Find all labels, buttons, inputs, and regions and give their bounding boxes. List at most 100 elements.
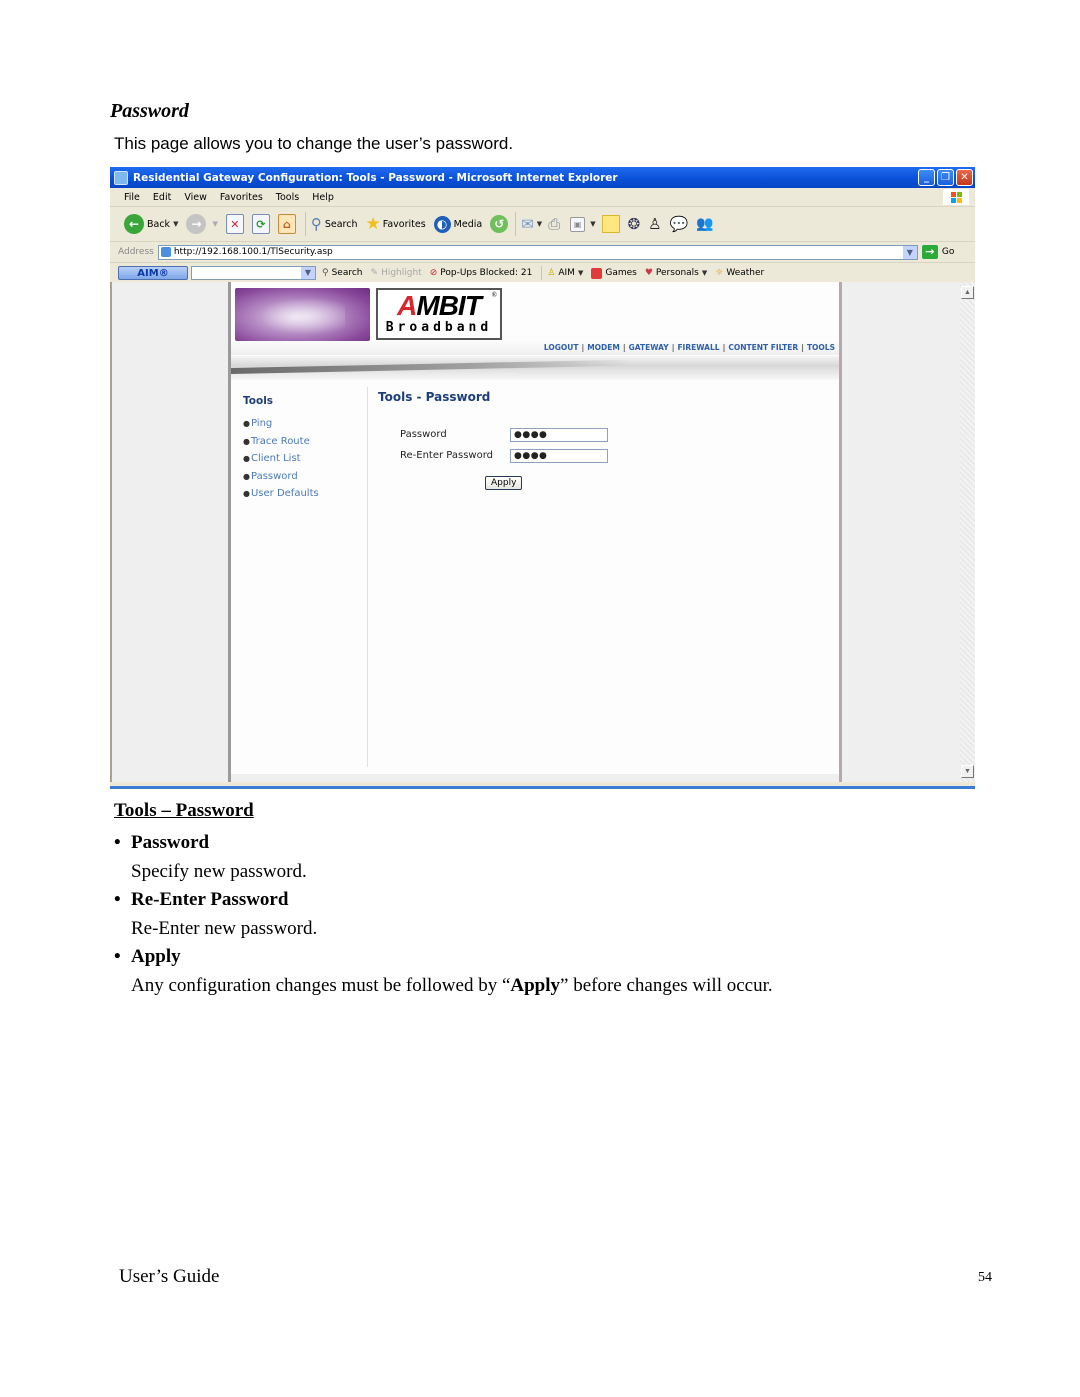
browser-viewport: ® AMBIT Broadband LOGOUT | MODEM | GATEWAY | F… xyxy=(110,282,975,782)
history-icon[interactable]: ↺ xyxy=(490,215,509,233)
side-nav-trace-route[interactable]: ●Trace Route xyxy=(243,433,319,451)
bullet-icon: ● xyxy=(243,419,250,428)
games-button[interactable]: Games xyxy=(591,267,637,279)
nav-firewall[interactable]: FIREWALL xyxy=(677,343,719,352)
back-button[interactable]: ← Back ▼ xyxy=(124,214,178,234)
games-label: Games xyxy=(605,268,637,278)
aim-search-button[interactable]: ⚲ Search xyxy=(322,268,363,278)
menu-bar: File Edit View Favorites Tools Help xyxy=(110,188,975,207)
restore-button[interactable]: ❐ xyxy=(937,169,954,186)
home-icon[interactable]: ⌂ xyxy=(277,214,296,234)
aim-search-label: Search xyxy=(331,268,363,278)
media-button[interactable]: ◐ Media xyxy=(433,215,482,233)
menu-edit[interactable]: Edit xyxy=(153,192,171,203)
address-bar: Address http://192.168.100.1/TlSecurity.… xyxy=(110,242,975,263)
nav-tools[interactable]: TOOLS xyxy=(807,343,835,352)
side-nav-ping[interactable]: ●Ping xyxy=(243,415,319,433)
nav-separator: | xyxy=(622,343,626,352)
highlighter-icon: ✎ xyxy=(370,268,379,278)
toolbar-separator xyxy=(304,212,306,236)
back-label: Back xyxy=(147,218,171,230)
menu-view[interactable]: View xyxy=(184,192,207,203)
bullet-icon: ● xyxy=(243,489,250,499)
side-nav-password[interactable]: ●Password xyxy=(243,468,319,486)
scroll-down-icon[interactable]: ▼ xyxy=(961,765,974,778)
go-button[interactable]: → Go xyxy=(921,245,954,259)
decorative-swoosh xyxy=(231,356,839,380)
personals-button[interactable]: ♥ Personals ▼ xyxy=(645,268,707,278)
minimize-button[interactable]: _ xyxy=(918,169,935,186)
discuss-icon[interactable]: 💬 xyxy=(670,215,689,233)
scroll-up-icon[interactable]: ▲ xyxy=(961,286,974,299)
back-dropdown-icon[interactable]: ▼ xyxy=(173,220,178,228)
popups-blocked-button[interactable]: ⊘ Pop-Ups Blocked: 21 xyxy=(430,268,533,278)
bug-icon[interactable]: ❂ xyxy=(628,215,641,233)
page-bottom-strip xyxy=(231,774,839,782)
reenter-password-input[interactable]: ●●●● xyxy=(510,448,608,463)
edit-icon[interactable]: ▣ xyxy=(570,216,586,232)
print-icon[interactable]: ⎙ xyxy=(548,215,560,233)
aim-menu-button[interactable]: ♙ AIM ▼ xyxy=(547,268,583,278)
nav-gateway[interactable]: GATEWAY xyxy=(629,343,669,352)
toolbar-separator xyxy=(515,212,517,236)
aim-label: AIM xyxy=(558,268,575,278)
bullet-icon: ● xyxy=(243,471,250,481)
password-form: Tools - Password Password ●●●● Re-Enter … xyxy=(378,390,608,490)
search-button[interactable]: ⚲ Search xyxy=(311,215,358,233)
mail-dropdown-icon[interactable]: ▼ xyxy=(537,220,542,228)
menu-favorites[interactable]: Favorites xyxy=(220,192,263,203)
menu-tools[interactable]: Tools xyxy=(276,192,299,203)
nav-modem[interactable]: MODEM xyxy=(587,343,620,352)
aim-dropdown-icon: ▼ xyxy=(577,269,584,277)
refresh-icon[interactable]: ⟳ xyxy=(251,214,270,234)
side-nav-user-defaults[interactable]: ●User Defaults xyxy=(243,485,319,503)
aim-search-dropdown-icon[interactable]: ▼ xyxy=(301,267,315,279)
address-label: Address xyxy=(118,247,154,257)
nav-separator: | xyxy=(581,343,585,352)
forward-dropdown-icon[interactable]: ▼ xyxy=(212,220,217,228)
heart-icon: ♥ xyxy=(644,268,653,278)
bullet-label: Re-Enter Password xyxy=(131,889,289,910)
favorites-label: Favorites xyxy=(382,218,426,230)
password-input[interactable]: ●●●● xyxy=(510,427,608,442)
menu-help[interactable]: Help xyxy=(312,192,334,203)
ambit-logo: ® AMBIT Broadband xyxy=(376,288,502,340)
nav-separator: | xyxy=(722,343,726,352)
router-config-page: ® AMBIT Broadband LOGOUT | MODEM | GATEWAY | F… xyxy=(228,282,842,782)
forward-button[interactable]: → ▼ xyxy=(186,214,218,234)
ambit-brand: AMBIT xyxy=(378,291,500,321)
bullet-desc: Specify new password. xyxy=(131,861,307,882)
aim-search-input[interactable]: ▼ xyxy=(191,266,316,280)
bullet-apply: • Apply xyxy=(114,943,773,971)
aim-logo-button[interactable]: AIM® xyxy=(118,266,188,280)
toolbar-separator xyxy=(541,266,543,280)
page-icon xyxy=(160,247,171,257)
vertical-scrollbar[interactable]: ▲ ▼ xyxy=(960,282,975,782)
side-nav-client-list[interactable]: ●Client List xyxy=(243,450,319,468)
aim-runner-icon: ♙ xyxy=(547,268,556,278)
highlight-label: Highlight xyxy=(381,268,422,278)
favorites-button[interactable]: ★ Favorites xyxy=(366,214,426,234)
menu-file[interactable]: File xyxy=(124,192,140,203)
stop-icon[interactable]: ✕ xyxy=(225,214,244,234)
nav-logout[interactable]: LOGOUT xyxy=(544,343,579,352)
right-gutter xyxy=(842,282,960,782)
edit-dropdown-icon[interactable]: ▼ xyxy=(590,220,595,228)
bullet-icon: ● xyxy=(243,454,250,464)
nav-content-filter[interactable]: CONTENT FILTER xyxy=(728,343,798,352)
bullet-label: Apply xyxy=(131,946,181,967)
messenger-icon[interactable]: 👥 xyxy=(696,216,713,232)
personals-dropdown-icon: ▼ xyxy=(701,269,708,277)
favorites-star-icon: ★ xyxy=(365,214,381,234)
highlight-button[interactable]: ✎ Highlight xyxy=(371,268,422,278)
address-dropdown-icon[interactable]: ▼ xyxy=(902,245,917,259)
address-input[interactable]: http://192.168.100.1/TlSecurity.asp ▼ xyxy=(157,244,918,260)
notes-icon[interactable] xyxy=(601,215,620,233)
nav-separator: | xyxy=(671,343,675,352)
mail-icon[interactable]: ✉ xyxy=(521,215,534,233)
nav-separator: | xyxy=(801,343,804,352)
aim-buddy-icon[interactable]: ♙ xyxy=(648,215,661,233)
weather-button[interactable]: ☼ Weather xyxy=(715,268,764,278)
apply-button[interactable]: Apply xyxy=(485,476,523,490)
close-button[interactable]: ✕ xyxy=(956,169,973,186)
